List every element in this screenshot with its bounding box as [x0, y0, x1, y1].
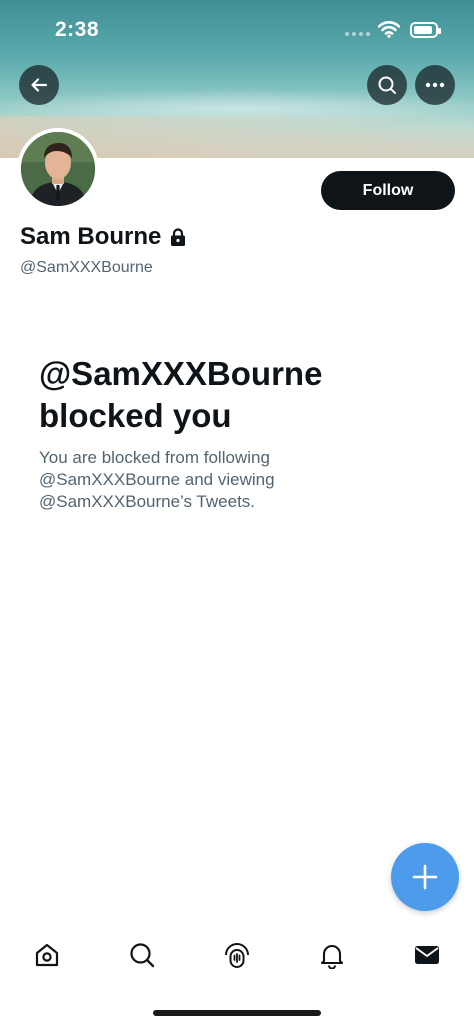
search-button[interactable] — [367, 65, 407, 105]
blocked-title: @SamXXXBourne blocked you — [39, 355, 323, 434]
profile-handle: @SamXXXBourne — [20, 259, 153, 276]
cellular-signal-icon — [345, 32, 370, 36]
plus-icon — [412, 864, 438, 890]
notifications-icon — [320, 945, 344, 969]
tab-notifications[interactable] — [307, 930, 357, 980]
tab-search[interactable] — [117, 930, 167, 980]
avatar-image — [21, 132, 95, 206]
status-bar: 2:38 — [0, 0, 474, 60]
lock-icon — [171, 228, 186, 246]
compose-tweet-button[interactable] — [391, 843, 459, 911]
profile-name: Sam Bourne — [20, 223, 187, 251]
wifi-icon — [378, 21, 400, 38]
profile-avatar[interactable] — [17, 128, 99, 210]
more-icon — [425, 82, 445, 88]
battery-icon — [410, 22, 441, 38]
tab-spaces[interactable] — [212, 930, 262, 980]
home-icon — [35, 943, 59, 967]
search-icon — [378, 76, 396, 94]
messages-icon — [415, 946, 439, 964]
search-icon — [130, 943, 155, 968]
tab-messages[interactable] — [402, 930, 452, 980]
display-name: Sam Bourne — [20, 223, 162, 250]
tab-bar — [0, 930, 474, 980]
more-button[interactable] — [415, 65, 455, 105]
back-button[interactable] — [19, 65, 59, 105]
status-time: 2:38 — [55, 18, 100, 41]
spaces-icon — [225, 943, 249, 968]
follow-button[interactable]: Follow — [321, 171, 455, 210]
arrow-left-icon — [31, 78, 48, 92]
blocked-message: You are blocked from following @SamXXXBo… — [39, 448, 275, 511]
tab-home[interactable] — [22, 930, 72, 980]
home-indicator[interactable] — [153, 1010, 321, 1016]
